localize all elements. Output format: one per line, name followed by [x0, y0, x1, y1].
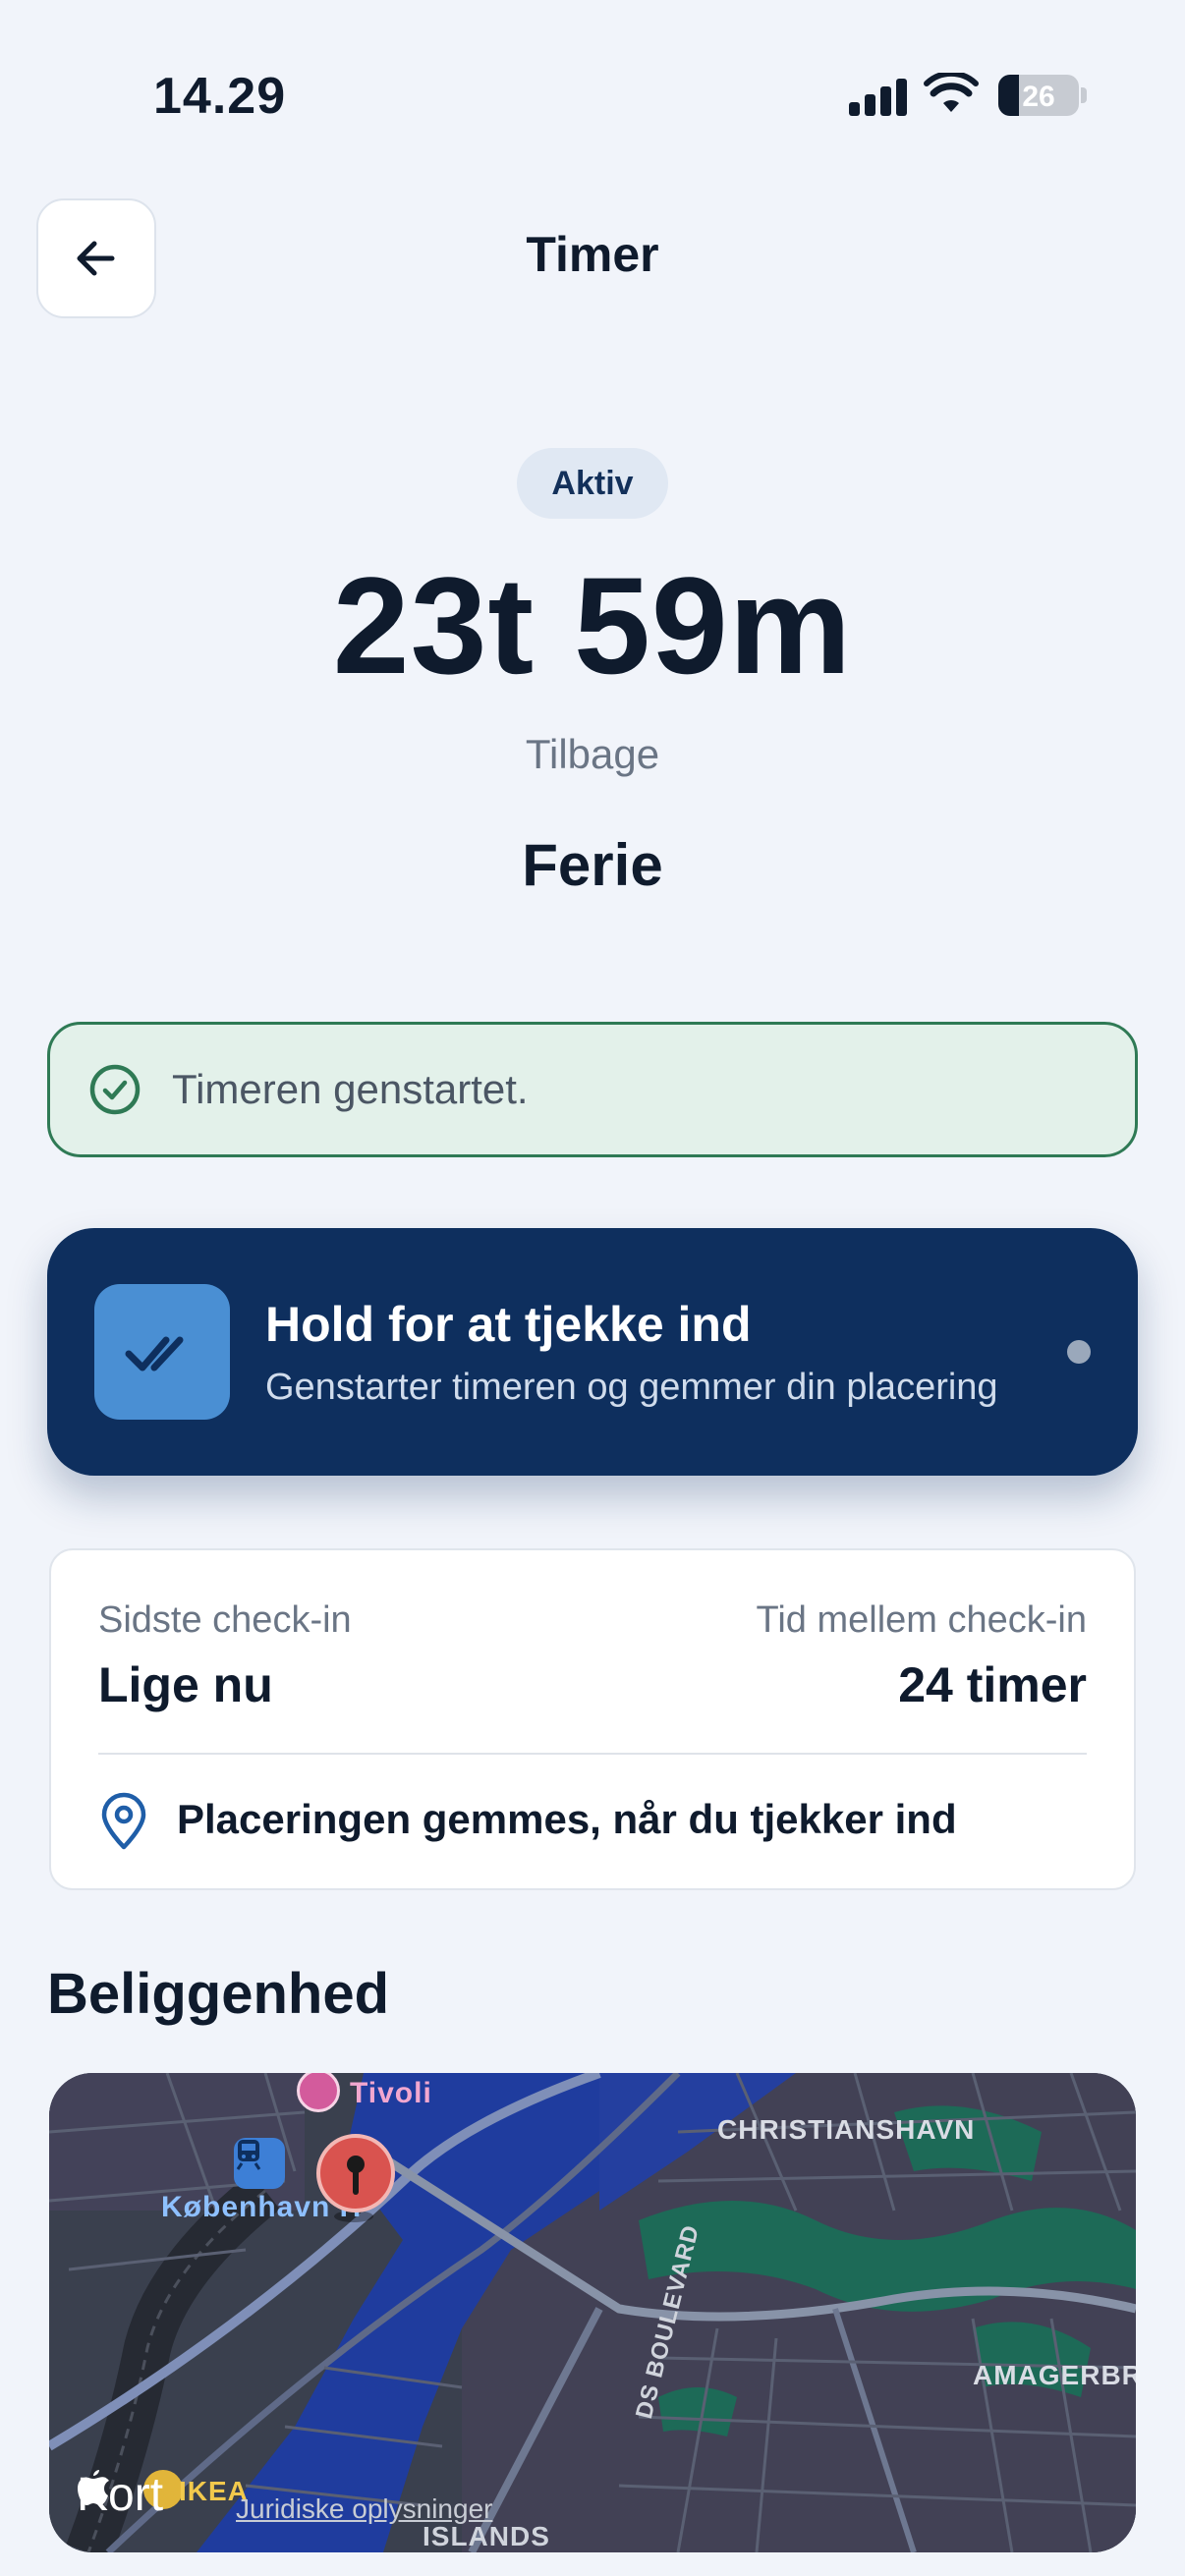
- checkin-icon-tile: [94, 1284, 230, 1420]
- hold-to-checkin-button[interactable]: Hold for at tjekke ind Genstarter timere…: [47, 1228, 1138, 1476]
- location-pin-icon: [316, 2134, 395, 2212]
- last-checkin-label: Sidste check-in: [98, 1599, 352, 1641]
- status-bar: 14.29 26: [0, 0, 1185, 196]
- map-label-christianshavn: CHRISTIANSHAVN: [717, 2114, 976, 2145]
- divider: [98, 1753, 1087, 1755]
- timer-remaining: 23t 59m: [332, 548, 853, 702]
- checkin-title: Hold for at tjekke ind: [265, 1296, 752, 1352]
- interval-label: Tid mellem check-in: [756, 1599, 1087, 1641]
- location-map[interactable]: Tivoli København H CHRISTIANSHAVN AMAGER…: [49, 2073, 1136, 2552]
- map-pin-icon: [101, 1792, 146, 1850]
- last-checkin-value: Lige nu: [98, 1657, 273, 1712]
- checkin-subtitle: Genstarter timeren og gemmer din placeri…: [265, 1366, 998, 1408]
- toast-message: Timeren genstartet.: [172, 1066, 529, 1112]
- battery-icon: 26: [998, 75, 1079, 116]
- wifi-icon: [924, 73, 979, 112]
- apple-logo-icon: [78, 2470, 109, 2505]
- status-badge: Aktiv: [517, 448, 668, 519]
- battery-level: 26: [1022, 81, 1055, 113]
- location-note: Placeringen gemmes, når du tjekker ind: [177, 1796, 957, 1842]
- map-attribution: Kort: [77, 2468, 163, 2522]
- status-time: 14.29: [153, 68, 287, 125]
- legal-info-link[interactable]: Juridiske oplysninger: [236, 2493, 492, 2525]
- train-station-icon: [234, 2138, 285, 2189]
- map-label-amagerbro: AMAGERBRO: [973, 2360, 1136, 2390]
- timer-name: Ferie: [522, 832, 663, 898]
- battery-tip: [1081, 87, 1087, 103]
- check-circle-icon: [89, 1064, 141, 1115]
- cellular-signal-icon: [849, 79, 908, 116]
- checkin-indicator-dot: [1067, 1340, 1091, 1364]
- double-check-icon: [125, 1336, 184, 1372]
- page-title: Timer: [526, 227, 659, 282]
- checkin-texts: Hold for at tjekke ind Genstarter timere…: [265, 1296, 998, 1409]
- timer-remaining-label: Tilbage: [525, 731, 660, 777]
- section-title-location: Beliggenhed: [47, 1962, 390, 2026]
- map-label-islands: ISLANDS: [423, 2521, 550, 2551]
- success-toast: Timeren genstartet.: [47, 1022, 1138, 1157]
- checkin-info-card: Sidste check-in Lige nu Tid mellem check…: [49, 1548, 1136, 1890]
- map-label-tivoli: Tivoli: [350, 2077, 432, 2109]
- interval-value: 24 timer: [898, 1657, 1087, 1712]
